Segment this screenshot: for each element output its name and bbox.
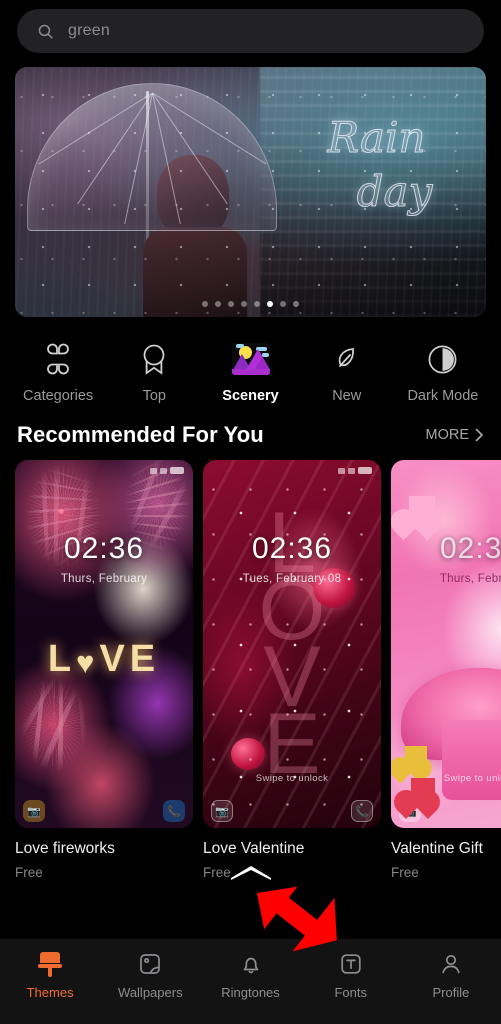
person-icon	[438, 951, 464, 977]
theme-name: Valentine Gift	[391, 840, 483, 857]
nav-label: Wallpapers	[118, 985, 183, 1000]
bookmark-icon	[134, 339, 174, 379]
theme-card-valentine-gift[interactable]: 02:36 Thurs, Februar Swipe to unlock 📷	[391, 460, 501, 828]
category-item-categories[interactable]: Categories	[10, 339, 106, 404]
nav-item-themes[interactable]: Themes	[0, 951, 100, 1000]
theme-card-love-fireworks[interactable]: 02:36 Thurs, February L♥VE 📷 📞	[15, 460, 193, 828]
chevron-right-icon	[475, 428, 483, 442]
heart-decoration	[411, 778, 435, 802]
theme-card-love-valentine[interactable]: LOVE 02:36 Tues, February 08 Swipe to un…	[203, 460, 381, 828]
leaf-icon	[327, 339, 367, 379]
carousel-dots[interactable]	[15, 301, 486, 307]
category-item-top[interactable]: Top	[106, 339, 202, 404]
carousel-dot[interactable]	[241, 301, 247, 307]
heart-decoration	[409, 496, 435, 522]
lockscreen-clock: 02:36	[439, 532, 501, 565]
phone-shortcut-icon: 📞	[163, 800, 185, 822]
category-item-scenery[interactable]: Scenery	[202, 339, 298, 404]
theme-price: Free	[391, 865, 419, 880]
theme-thumbnail[interactable]: 02:36 Thurs, February L♥VE 📷 📞	[15, 460, 193, 828]
theme-thumbnail[interactable]: 02:36 Thurs, Februar Swipe to unlock 📷	[391, 460, 501, 828]
category-label: Categories	[23, 388, 94, 404]
swipe-hint: Swipe to unlock	[255, 773, 329, 784]
hero-banner[interactable]: Rain day	[15, 67, 486, 317]
image-icon	[137, 951, 163, 977]
theme-name: Love fireworks	[15, 840, 115, 857]
lockscreen-clock: 02:36	[63, 532, 145, 565]
category-item-new[interactable]: New	[299, 339, 395, 404]
nav-label: Profile	[432, 985, 470, 1000]
nav-label: Themes	[26, 985, 74, 1000]
carousel-dot[interactable]	[202, 301, 208, 307]
theme-thumbnail[interactable]: LOVE 02:36 Tues, February 08 Swipe to un…	[203, 460, 381, 828]
paint-roller-icon	[37, 951, 63, 977]
carousel-dot[interactable]	[215, 301, 221, 307]
search-input[interactable]: green	[17, 9, 484, 53]
lockscreen-app-shortcuts: 📷 📞	[203, 796, 381, 822]
lockscreen-date: Thurs, Februar	[439, 573, 501, 585]
scenery-icon	[231, 339, 271, 379]
rain-drops	[15, 67, 486, 317]
love-overlay-text: L♥VE	[47, 638, 161, 680]
clover-icon	[38, 339, 78, 379]
camera-shortcut-icon: 📷	[23, 800, 45, 822]
category-row: Categories Top Scenery New Dark Mode	[0, 317, 501, 408]
page-title: Recommended For You	[17, 422, 264, 447]
category-label: New	[332, 388, 362, 404]
category-label: Dark Mode	[407, 388, 479, 404]
theme-caption: Valentine Gift Free	[391, 840, 501, 880]
phone-shortcut-icon: 📞	[351, 800, 373, 822]
more-label: MORE	[425, 427, 470, 443]
app-screen: green Rain day	[0, 0, 501, 1024]
category-label: Top	[142, 388, 166, 404]
status-bar	[338, 467, 372, 474]
category-label: Scenery	[222, 388, 279, 404]
search-area: green	[0, 0, 501, 53]
status-bar	[150, 467, 184, 474]
more-button[interactable]: MORE	[426, 427, 485, 443]
nav-label: Ringtones	[221, 985, 280, 1000]
contrast-icon	[423, 339, 463, 379]
heart-decoration	[405, 746, 427, 768]
lockscreen-date: Thurs, February	[60, 573, 148, 585]
theme-name: Love Valentine	[203, 840, 305, 857]
lockscreen-app-shortcuts: 📷 📞	[15, 796, 193, 822]
lockscreen-clock: 02:36	[251, 532, 333, 565]
nav-item-profile[interactable]: Profile	[401, 951, 501, 1000]
search-icon	[38, 24, 53, 39]
theme-card-list: 02:36 Thurs, February L♥VE 📷 📞 LOVE	[0, 460, 501, 828]
nav-item-wallpapers[interactable]: Wallpapers	[100, 951, 200, 1000]
carousel-dot[interactable]	[293, 301, 299, 307]
carousel-dot[interactable]	[254, 301, 260, 307]
section-header: Recommended For You MORE	[0, 408, 501, 460]
theme-caption: Love fireworks Free	[15, 840, 193, 880]
red-arrow-down-right	[247, 876, 343, 967]
carousel-dot-active[interactable]	[267, 301, 273, 307]
search-value: green	[68, 22, 110, 39]
carousel-dot[interactable]	[280, 301, 286, 307]
nav-label: Fonts	[334, 985, 367, 1000]
theme-price: Free	[15, 865, 43, 880]
carousel-dot[interactable]	[228, 301, 234, 307]
category-item-dark-mode[interactable]: Dark Mode	[395, 339, 491, 404]
camera-shortcut-icon: 📷	[211, 800, 233, 822]
lockscreen-date: Tues, February 08	[242, 573, 342, 585]
